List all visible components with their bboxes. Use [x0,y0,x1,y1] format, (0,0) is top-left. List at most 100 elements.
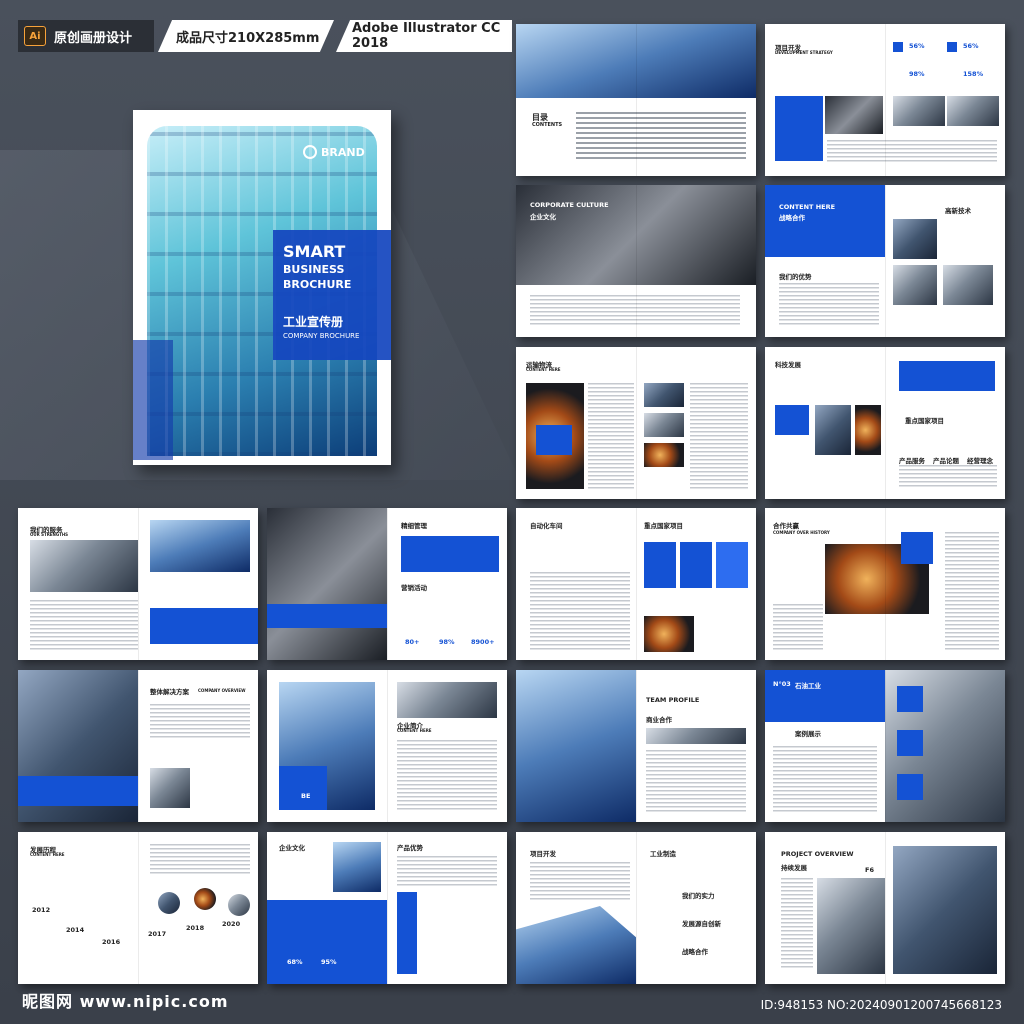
spread-photo [855,405,881,455]
cover-brand: BRAND [303,145,365,159]
spread-photo [646,728,746,744]
spread-title: 科技发展 [775,361,801,369]
text-lines [779,283,879,327]
footer-id: ID:948153 NO:20240901200745668123 [760,998,1002,1012]
spread-strategy: CONTENT HERE 战略合作 我们的优势 高新技术 [765,185,1005,337]
spread-subtitle: COMPANY OVERVIEW [198,688,246,693]
blue-panel [765,670,885,722]
spread-title: 自动化车间 [530,522,563,530]
footer-logo: 昵图网 www.nipic.com [22,992,229,1011]
spread-photo [30,540,138,592]
spread-contents: 目录 CONTENTS [516,24,756,176]
spread-subtitle: COMPANY OVER HISTORY [773,530,830,535]
text-lines [781,878,813,968]
spread-photo [893,846,997,974]
text-lines [530,572,630,650]
cover-line3: BROCHURE [283,278,352,291]
blue-panel [644,542,676,588]
spread-photo [333,842,381,892]
spread-subtitle: CONTENT HERE [30,852,65,857]
brand-name: BRAND [321,145,365,159]
spread-photo [644,616,694,652]
spread-photo [150,768,190,808]
stat-value: 95% [321,958,337,966]
blue-panel [897,730,923,756]
spread-photo [516,670,636,822]
blue-panel [899,361,995,391]
header-size: 成品尺寸210X285mm [158,20,334,52]
timeline-year: 2017 [148,930,167,938]
cover-line2: BUSINESS [283,263,345,276]
spread-services: 我们的服务 OUR STRENGTHS [18,508,258,660]
text-lines [773,604,823,650]
blue-panel [397,892,417,974]
spread-subtitle: CONTENT HERE [526,367,561,372]
blue-panel [716,542,748,588]
timeline-year: 2016 [102,938,121,946]
brand-logo-icon [303,145,317,159]
text-lines [530,295,740,327]
timeline-photo [228,894,250,916]
blue-panel [279,766,327,810]
blue-panel [150,608,258,644]
panel-label: N°03 [773,680,791,688]
item-label: 产品服务 [899,457,925,465]
timeline-year: 2014 [66,926,85,934]
spread-photo [815,405,851,455]
spread-photo [893,96,945,126]
section-heading: 重点国家项目 [644,522,683,530]
blue-panel [267,900,387,984]
spread-photo [893,265,937,305]
brochure-cover: BRAND SMART BUSINESS BROCHURE 工业宣传册 COMP… [133,110,391,465]
spread-photo [817,878,885,974]
blue-panel [401,536,499,572]
stat-value: 8900+ [471,638,495,646]
spread-subtitle: DEVELOPMENT STRATEGY [775,50,833,55]
spread-subtitle: 案例展示 [795,730,821,738]
spread-photo [267,508,387,660]
text-lines [827,140,997,162]
section-heading: 工业制造 [650,850,676,858]
text-lines [899,465,997,489]
blue-panel [775,96,823,161]
timeline-year: 2020 [222,920,241,928]
stat-value: 98% [909,70,925,78]
spread-automation: 自动化车间 重点国家项目 [516,508,756,660]
spread-logistics: 运输物流 CONTENT HERE [516,347,756,499]
blue-panel [680,542,712,588]
item-label: 战略合作 [682,948,708,956]
spread-photo [893,219,937,259]
blue-panel [897,774,923,800]
section-heading: 营销活动 [401,584,427,592]
stat-value: 158% [963,70,984,78]
spread-photo [644,443,684,467]
spread-development: 项目开发 DEVELOPMENT STRATEGY 56% 56% 98% 15… [765,24,1005,176]
text-lines [30,600,138,650]
stat-value: 56% [963,42,979,50]
blue-panel [897,686,923,712]
text-lines [646,750,746,812]
spread-subtitle: 战略合作 [779,214,805,222]
item-label: 发展源自创新 [682,920,721,928]
spread-title: 合作共赢 [773,522,799,530]
spread-profile: BE 企业简介 CONTENT HERE [267,670,507,822]
text-lines [588,383,634,489]
spread-title: 整体解决方案 [150,688,189,696]
text-lines [945,532,999,650]
blue-panel [18,776,138,806]
blue-panel [536,425,572,455]
text-lines [150,844,250,874]
timeline-photo [194,888,216,910]
timeline-year: 2018 [186,924,205,932]
stat-value: 98% [439,638,455,646]
spread-overview: PROJECT OVERVIEW 持续发展 F6 [765,832,1005,984]
spread-photo [947,96,999,126]
spread-subtitle: CONTENT HERE [397,728,432,733]
section-heading: 高新技术 [945,207,971,215]
illustrator-icon: Ai [24,26,46,46]
spread-title: CORPORATE CULTURE [530,201,609,209]
spread-cooperation: 合作共赢 COMPANY OVER HISTORY [765,508,1005,660]
cover-title-panel: SMART BUSINESS BROCHURE 工业宣传册 COMPANY BR… [273,230,391,360]
spread-title: 企业文化 [279,844,305,852]
item-label: 我们的实力 [682,892,715,900]
